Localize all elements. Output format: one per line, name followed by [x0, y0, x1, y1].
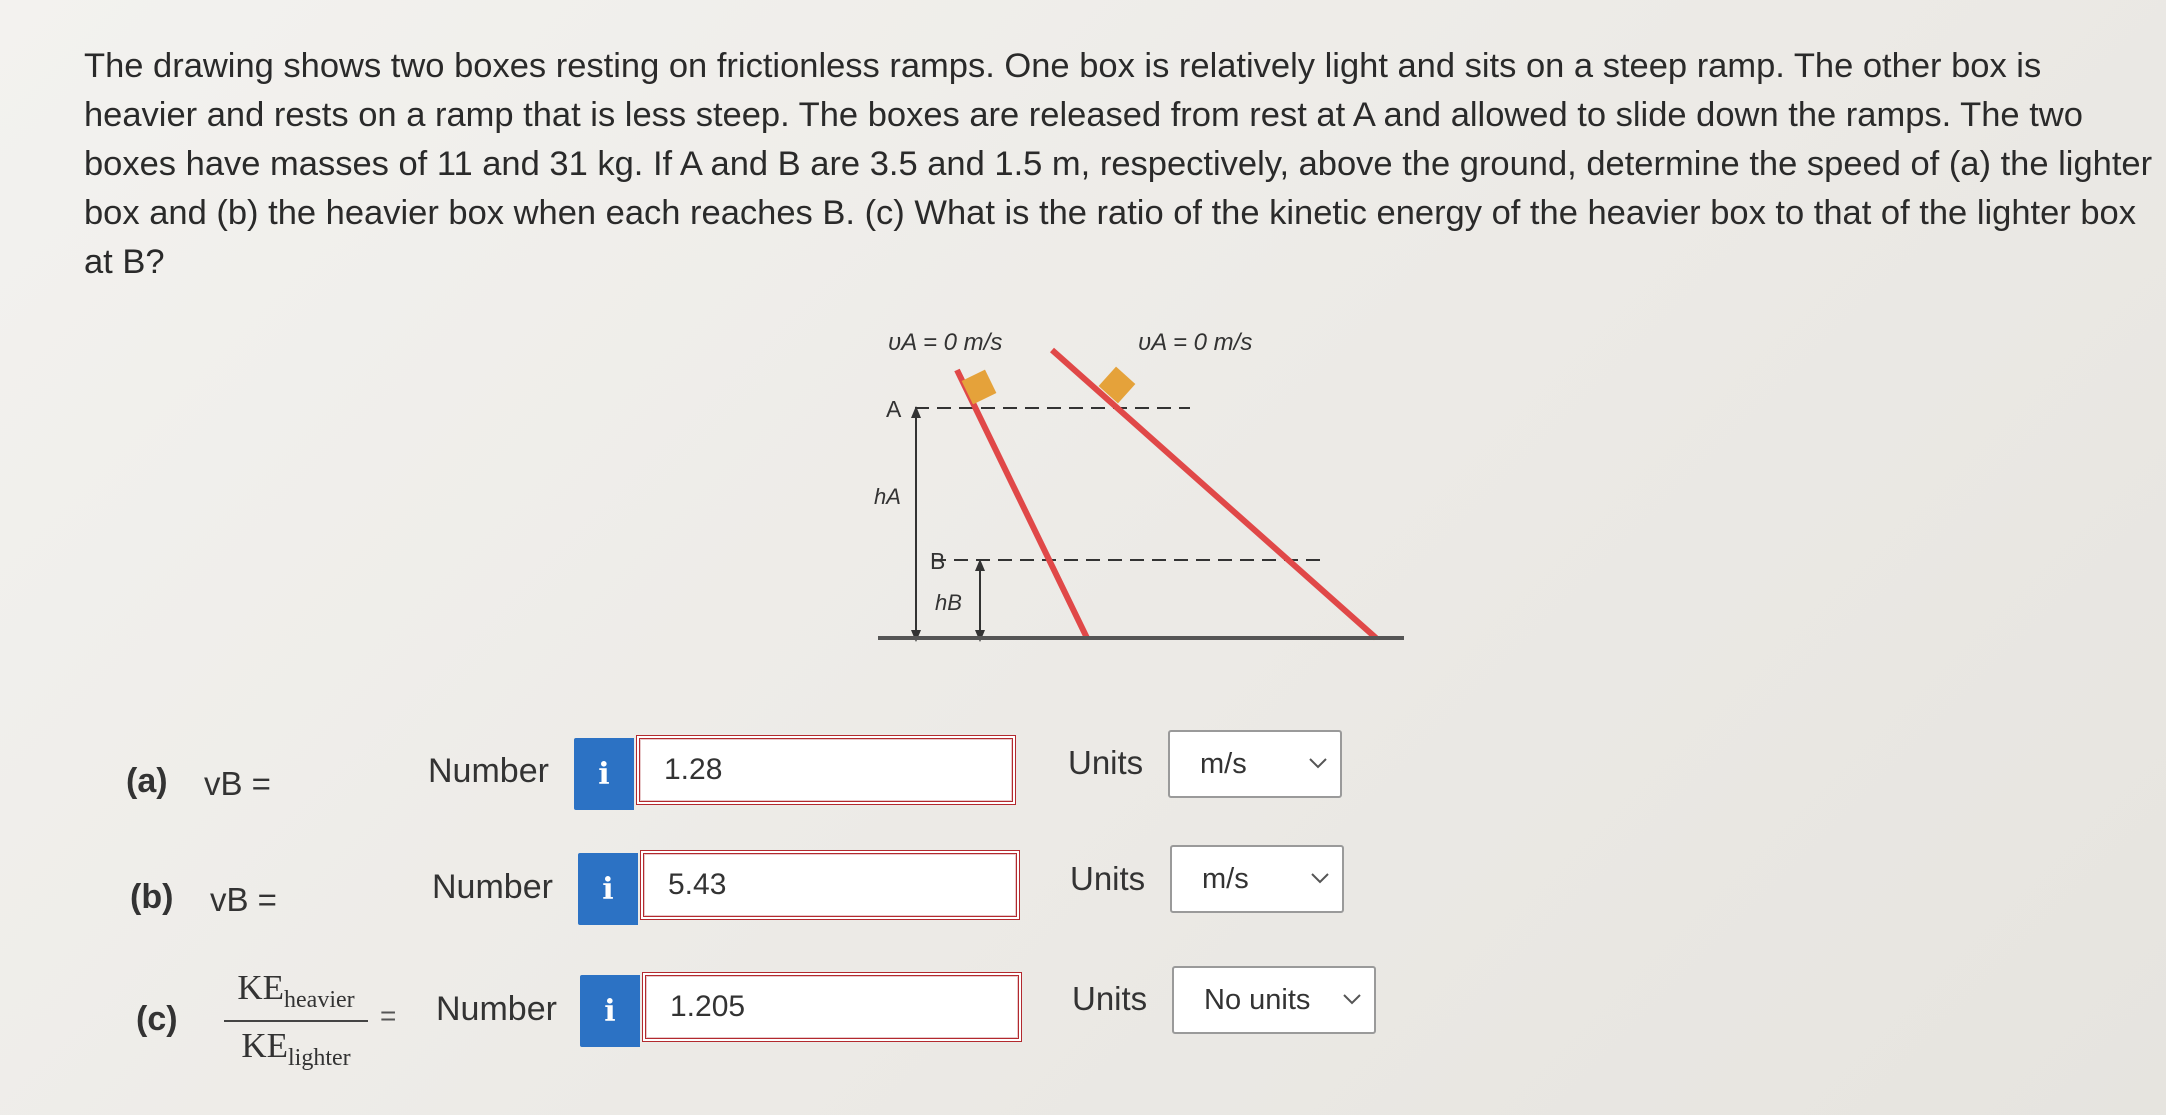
units-select-value: m/s — [1200, 747, 1247, 780]
question-line: at B? — [84, 243, 165, 281]
question-line: box and (b) the heavier box when each re… — [84, 194, 2136, 232]
chevron-down-icon — [1309, 758, 1327, 769]
ke-denominator: KElighter — [241, 1026, 351, 1071]
units-label: Units — [1070, 860, 1146, 897]
info-button[interactable]: i — [578, 853, 638, 925]
question-line: boxes have masses of 11 and 31 kg. If A … — [84, 145, 2153, 183]
steep-ramp — [954, 368, 1090, 640]
chevron-down-icon — [1311, 873, 1329, 884]
units-select-a[interactable]: m/s — [1168, 730, 1342, 798]
va-right-label: υA = 0 m/s — [1138, 329, 1252, 356]
fraction-bar — [224, 1020, 368, 1022]
units-select-value: No units — [1204, 983, 1311, 1016]
equals-sign: = — [380, 1000, 397, 1031]
answer-input-a[interactable] — [640, 739, 1012, 801]
answer-field-a[interactable] — [636, 735, 1016, 805]
question-line: The drawing shows two boxes resting on f… — [84, 47, 2042, 85]
point-b-label: B — [930, 548, 945, 574]
number-label: Number — [436, 990, 557, 1028]
va-left-label: υA = 0 m/s — [888, 329, 1002, 356]
number-label: Number — [432, 868, 553, 906]
answer-input-b[interactable] — [644, 854, 1016, 916]
answer-field-b[interactable] — [640, 850, 1020, 920]
units-label: Units — [1068, 744, 1144, 781]
number-label: Number — [428, 752, 549, 790]
shallow-ramp — [1050, 347, 1378, 641]
ha-label: hA — [874, 484, 901, 509]
part-label: (a) — [126, 762, 168, 800]
part-label: (b) — [130, 878, 174, 916]
units-select-b[interactable]: m/s — [1170, 845, 1344, 913]
question-line: heavier and rests on a ramp that is less… — [84, 96, 2083, 134]
units-select-value: m/s — [1202, 862, 1249, 895]
answer-input-c[interactable] — [646, 976, 1018, 1038]
chevron-down-icon — [1343, 994, 1361, 1005]
ke-numerator: KEheavier — [237, 968, 355, 1013]
answer-field-c[interactable] — [642, 972, 1022, 1042]
question-text: The drawing shows two boxes resting on f… — [84, 42, 2164, 287]
variable-label: vB = — [210, 881, 277, 918]
ke-ratio-fraction: KEheavier KElighter — [224, 968, 368, 1072]
info-button[interactable]: i — [580, 975, 640, 1047]
variable-label: vB = — [204, 765, 271, 802]
part-label: (c) — [136, 1000, 178, 1038]
ramp-diagram: υA = 0 m/s υA = 0 m/s A B hA hB — [860, 320, 1420, 660]
ramp-diagram-svg: υA = 0 m/s υA = 0 m/s A B hA hB — [874, 329, 1404, 642]
light-box — [961, 369, 997, 405]
hb-label: hB — [935, 590, 962, 615]
units-select-c[interactable]: No units — [1172, 966, 1376, 1034]
units-label: Units — [1072, 980, 1148, 1017]
info-button[interactable]: i — [574, 738, 634, 810]
point-a-label: A — [886, 396, 902, 422]
